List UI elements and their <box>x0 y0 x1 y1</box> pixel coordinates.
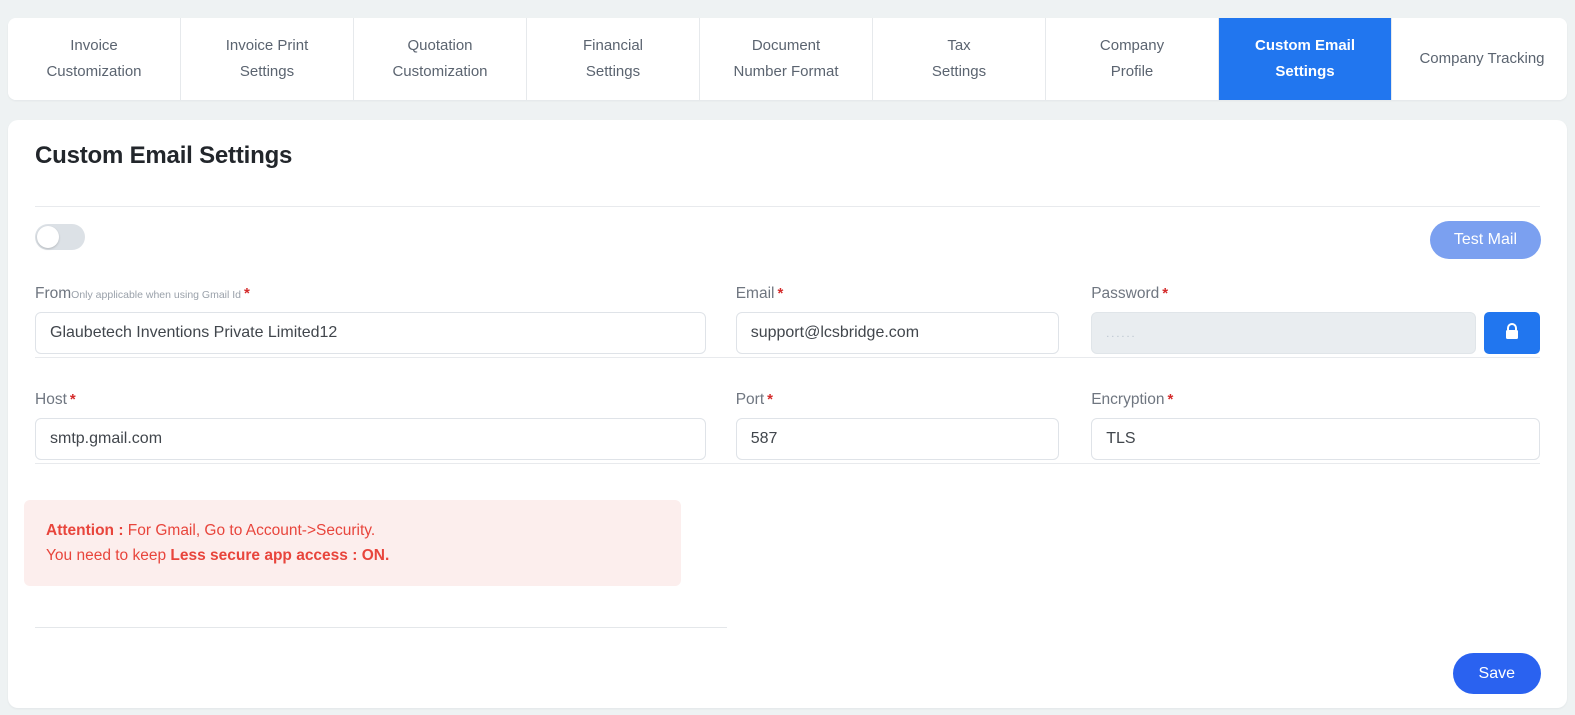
attention-line2-prefix: You need to keep <box>46 547 171 565</box>
field-email: Email * <box>735 285 1092 354</box>
divider-under-server-row <box>35 463 1540 464</box>
password-unlock-button[interactable] <box>1484 312 1540 354</box>
password-input-group <box>1091 312 1540 354</box>
tab-label-line1: Company <box>1099 36 1165 54</box>
required-asterisk: * <box>244 285 250 302</box>
email-settings-form: FromOnly applicable when using Gmail Id *… <box>8 285 1567 694</box>
attention-notice: Attention : For Gmail, Go to Account->Se… <box>24 500 681 587</box>
port-input[interactable] <box>735 418 1060 460</box>
tab-tax-settings[interactable]: Tax Settings <box>873 18 1046 100</box>
tab-document-number-format[interactable]: Document Number Format <box>700 18 873 100</box>
divider-between-rows <box>35 357 1540 358</box>
attention-line2-bold: Less secure app access : ON. <box>170 547 390 565</box>
custom-email-settings-card: Custom Email Settings Test Mail FromOnly… <box>8 120 1567 708</box>
from-label: FromOnly applicable when using Gmail Id * <box>35 285 706 305</box>
attention-line-2: You need to keep Less secure app access … <box>46 543 659 568</box>
port-label: Port * <box>736 391 1060 411</box>
enable-custom-email-toggle[interactable] <box>35 224 85 250</box>
email-input[interactable] <box>735 312 1060 354</box>
tab-label-line2: Settings <box>931 62 987 80</box>
tab-label-line2: Profile <box>1110 62 1154 80</box>
required-asterisk: * <box>1162 285 1169 302</box>
tab-label-line1: Custom Email <box>1254 36 1356 54</box>
from-input[interactable] <box>35 312 706 354</box>
toggle-knob <box>37 226 59 248</box>
attention-line-1: Attention : For Gmail, Go to Account->Se… <box>46 518 659 543</box>
tab-label-line1: Invoice <box>70 36 118 54</box>
tab-label-line2: Customization <box>46 62 142 80</box>
encryption-label-text: Encryption <box>1091 391 1165 408</box>
tab-label-line2: Settings <box>1275 62 1335 80</box>
tab-label-line1: Tax <box>947 36 971 54</box>
tab-company-tracking[interactable]: Company Tracking <box>1392 18 1567 100</box>
from-label-text: From <box>35 285 72 302</box>
encryption-input[interactable] <box>1091 418 1540 460</box>
settings-tab-bar: Invoice Customization Invoice Print Sett… <box>8 18 1567 100</box>
port-label-text: Port <box>735 391 765 408</box>
required-asterisk: * <box>1167 391 1174 408</box>
tab-invoice-print-settings[interactable]: Invoice Print Settings <box>181 18 354 100</box>
required-asterisk: * <box>767 391 773 408</box>
tab-quotation-customization[interactable]: Quotation Customization <box>354 18 527 100</box>
field-encryption: Encryption * <box>1091 391 1540 460</box>
tab-label-line2: Customization <box>392 62 488 80</box>
tab-custom-email-settings[interactable]: Custom Email Settings <box>1219 18 1392 100</box>
email-label-text: Email <box>735 285 775 302</box>
divider-above-save <box>35 627 727 628</box>
host-label-text: Host <box>35 391 67 408</box>
tab-label-line1: Document <box>751 36 821 54</box>
from-label-sublabel: Only applicable when using Gmail Id <box>71 289 242 301</box>
required-asterisk: * <box>777 285 784 302</box>
form-row-credentials: FromOnly applicable when using Gmail Id *… <box>8 285 1567 354</box>
tab-label-line1: Company Tracking <box>1419 49 1545 67</box>
tab-invoice-customization[interactable]: Invoice Customization <box>8 18 181 100</box>
tab-label-line1: Invoice Print <box>225 36 309 54</box>
divider-under-title <box>35 206 1540 207</box>
host-input[interactable] <box>35 418 706 460</box>
field-from: FromOnly applicable when using Gmail Id * <box>35 285 736 354</box>
tab-label-line2: Settings <box>585 62 641 80</box>
attention-heading: Attention : <box>46 522 124 539</box>
tab-label-line1: Financial <box>582 36 644 54</box>
password-label: Password * <box>1091 285 1540 305</box>
test-mail-button[interactable]: Test Mail <box>1429 221 1541 259</box>
tab-label-line2: Number Format <box>733 62 839 80</box>
attention-line1-rest: For Gmail, Go to Account->Security. <box>123 522 376 539</box>
required-asterisk: * <box>69 391 76 408</box>
page-title: Custom Email Settings <box>35 142 293 169</box>
encryption-label: Encryption * <box>1091 391 1540 411</box>
tab-label-line2: Settings <box>239 62 295 80</box>
email-label: Email * <box>736 285 1060 305</box>
tab-financial-settings[interactable]: Financial Settings <box>527 18 700 100</box>
password-label-text: Password <box>1091 285 1160 302</box>
field-host: Host * <box>35 391 736 460</box>
save-button[interactable]: Save <box>1452 653 1541 694</box>
tab-company-profile[interactable]: Company Profile <box>1046 18 1219 100</box>
field-password: Password * <box>1091 285 1540 354</box>
field-port: Port * <box>735 391 1092 460</box>
password-input[interactable] <box>1091 312 1476 354</box>
tab-label-line1: Quotation <box>407 36 473 54</box>
lock-icon <box>1503 322 1521 345</box>
host-label: Host * <box>35 391 706 411</box>
form-row-server: Host* Port* Encryption* <box>8 391 1567 460</box>
